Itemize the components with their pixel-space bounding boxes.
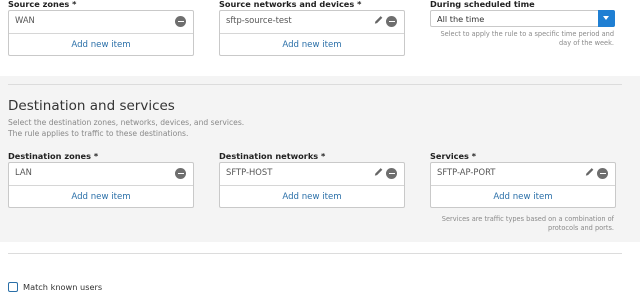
schedule-selected-value: All the time <box>437 14 485 24</box>
source-networks-field: sftp-source-test Add new item <box>219 10 405 56</box>
add-destination-network-button[interactable]: Add new item <box>220 186 404 208</box>
source-networks-label: Source networks and devices * <box>219 0 362 9</box>
minus-circle-icon[interactable] <box>175 168 186 179</box>
destination-section-title: Destination and services <box>8 98 175 114</box>
destination-zone-item-label: LAN <box>15 167 32 177</box>
source-network-item: sftp-source-test <box>220 11 404 34</box>
schedule-help: Select to apply the rule to a specific t… <box>430 30 614 48</box>
add-service-button[interactable]: Add new item <box>431 186 615 208</box>
pencil-icon[interactable] <box>584 166 595 178</box>
section-divider <box>8 253 622 254</box>
service-item-label: SFTP-AP-PORT <box>437 167 496 177</box>
destination-networks-label: Destination networks * <box>219 151 326 161</box>
pencil-icon[interactable] <box>373 166 384 178</box>
destination-description-line-1: Select the destination zones, networks, … <box>8 118 245 127</box>
destination-zone-item: LAN <box>9 163 193 186</box>
destination-networks-field: SFTP-HOST Add new item <box>219 162 405 208</box>
minus-circle-icon[interactable] <box>386 16 397 27</box>
add-source-zone-button[interactable]: Add new item <box>9 34 193 56</box>
services-field: SFTP-AP-PORT Add new item <box>430 162 616 208</box>
pencil-icon[interactable] <box>373 14 384 26</box>
source-zone-item: WAN <box>9 11 193 34</box>
destination-description-line-2: The rule applies to traffic to these des… <box>8 129 189 138</box>
destination-network-item-label: SFTP-HOST <box>226 167 273 177</box>
add-source-network-button[interactable]: Add new item <box>220 34 404 56</box>
source-zone-item-label: WAN <box>15 15 35 25</box>
services-help-line-2: protocols and ports. <box>548 224 614 232</box>
schedule-help-line-2: day of the week. <box>558 39 614 47</box>
source-zones-label: Source zones * <box>8 0 77 9</box>
services-label: Services * <box>430 151 477 161</box>
minus-circle-icon[interactable] <box>597 168 608 179</box>
services-help: Services are traffic types based on a co… <box>430 215 614 233</box>
source-network-item-label: sftp-source-test <box>226 15 292 25</box>
destination-zones-field: LAN Add new item <box>8 162 194 208</box>
match-known-users-label[interactable]: Match known users <box>23 282 102 292</box>
schedule-label: During scheduled time <box>430 0 535 9</box>
add-destination-zone-button[interactable]: Add new item <box>9 186 193 208</box>
service-item: SFTP-AP-PORT <box>431 163 615 186</box>
match-known-users-checkbox[interactable] <box>8 282 18 292</box>
schedule-select[interactable]: All the time <box>430 10 615 27</box>
section-divider <box>8 84 622 85</box>
minus-circle-icon[interactable] <box>386 168 397 179</box>
destination-zones-label: Destination zones * <box>8 151 99 161</box>
destination-network-item: SFTP-HOST <box>220 163 404 186</box>
schedule-help-line-1: Select to apply the rule to a specific t… <box>440 30 614 38</box>
services-help-line-1: Services are traffic types based on a co… <box>441 215 614 223</box>
source-zones-field: WAN Add new item <box>8 10 194 56</box>
minus-circle-icon[interactable] <box>175 16 186 27</box>
chevron-down-icon[interactable] <box>598 10 615 27</box>
